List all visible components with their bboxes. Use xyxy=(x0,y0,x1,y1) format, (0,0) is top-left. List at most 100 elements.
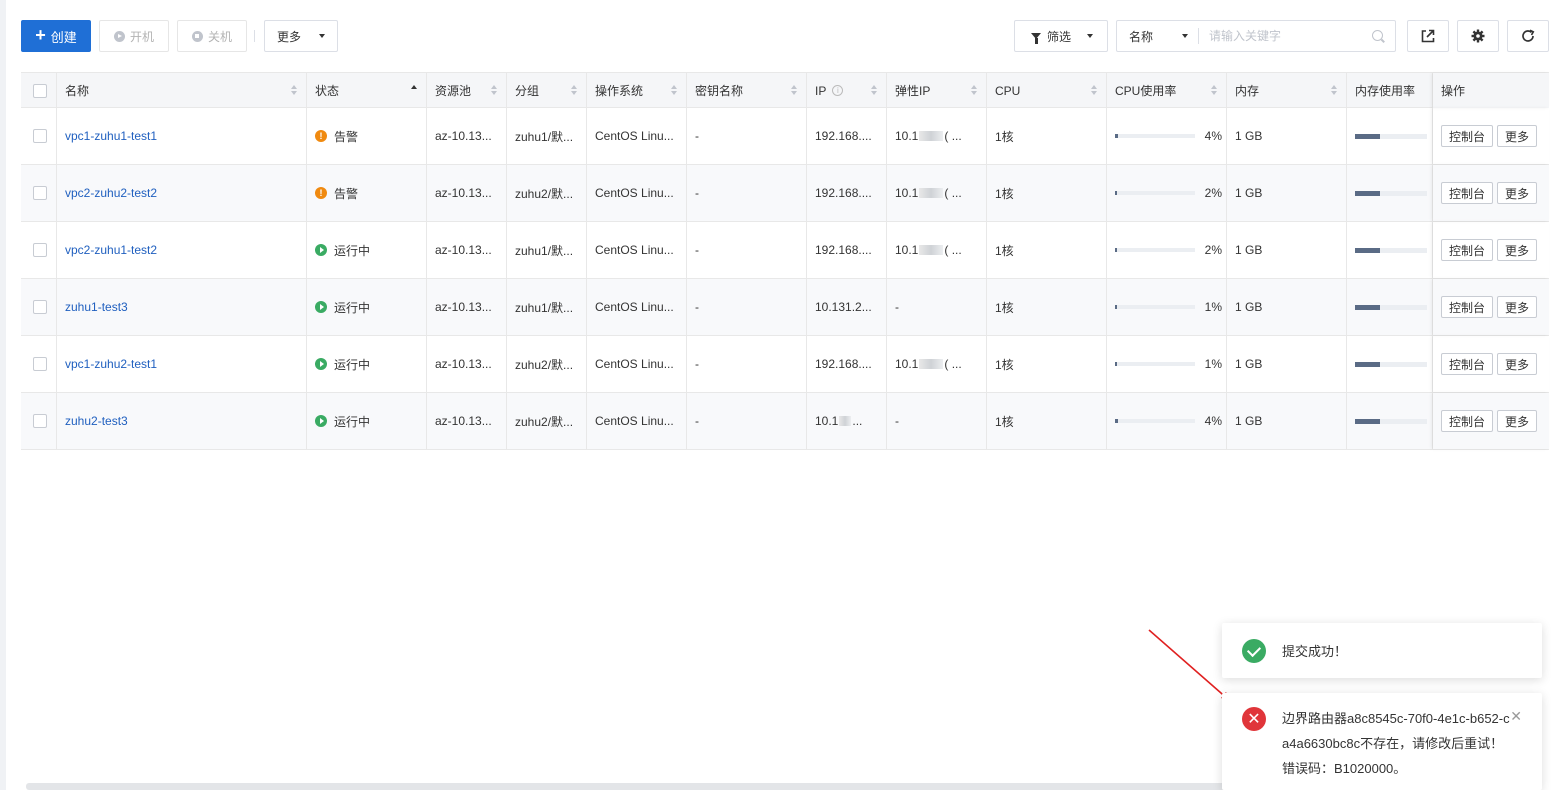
cell-name: vpc2-zuhu2-test2 xyxy=(57,165,307,221)
instance-name-link[interactable]: zuhu1-test3 xyxy=(65,300,128,314)
row-checkbox[interactable] xyxy=(33,243,47,257)
settings-button[interactable] xyxy=(1457,20,1499,52)
instance-name-link[interactable]: vpc2-zuhu1-test2 xyxy=(65,243,157,257)
cpu-usage-fill xyxy=(1115,419,1119,423)
instance-name-link[interactable]: vpc1-zuhu2-test1 xyxy=(65,357,157,371)
info-icon[interactable]: i xyxy=(832,85,844,96)
warning-icon: ! xyxy=(315,130,327,142)
eip-suffix-text: ( ... xyxy=(944,243,962,257)
console-button[interactable]: 控制台 xyxy=(1441,353,1494,375)
cpu-usage-fill xyxy=(1115,134,1119,138)
more-dropdown[interactable]: 更多 xyxy=(264,20,338,52)
row-more-button[interactable]: 更多 xyxy=(1497,410,1538,432)
column-header-eip[interactable]: 弹性IP xyxy=(887,73,987,108)
left-panel-edge xyxy=(0,0,6,790)
row-checkbox[interactable] xyxy=(33,414,47,428)
sort-icon[interactable] xyxy=(871,85,878,96)
table-row[interactable]: vpc1-zuhu2-test1 运行中 az-10.13... zuhu2/默...… xyxy=(21,336,1549,393)
cpu-usage-value: 1% xyxy=(1204,300,1222,314)
filter-button[interactable]: 筛选 xyxy=(1014,20,1108,52)
sort-icon[interactable] xyxy=(1331,85,1338,96)
column-header-cpu-usage[interactable]: CPU使用率 xyxy=(1107,73,1227,108)
column-header-cpu[interactable]: CPU xyxy=(987,73,1107,108)
table-row[interactable]: vpc2-zuhu1-test2 运行中 az-10.13... zuhu1/默...… xyxy=(21,222,1549,279)
console-button[interactable]: 控制台 xyxy=(1441,182,1494,204)
sort-icon[interactable] xyxy=(1211,85,1218,96)
sort-icon[interactable] xyxy=(291,85,298,96)
sort-icon[interactable] xyxy=(571,85,578,96)
group-text: zuhu2/默... xyxy=(515,186,574,201)
refresh-button[interactable] xyxy=(1507,20,1549,52)
search-icon[interactable] xyxy=(1372,29,1385,43)
select-all-checkbox[interactable] xyxy=(33,83,47,98)
eip-suffix-text: ( ... xyxy=(944,129,962,143)
sort-icon[interactable] xyxy=(971,85,978,96)
search-field-select[interactable]: 名称 xyxy=(1117,28,1199,44)
table-row[interactable]: zuhu2-test3 运行中 az-10.13... zuhu2/默... CentO… xyxy=(21,393,1549,450)
create-button[interactable]: + 创建 xyxy=(21,20,91,52)
table-row[interactable]: zuhu1-test3 运行中 az-10.13... zuhu1/默... CentO… xyxy=(21,279,1549,336)
page: + 创建 开机 关机 更多 筛选 名称 请输入关键字 名称 状态 资源池 分组 … xyxy=(0,0,1568,790)
row-more-button[interactable]: 更多 xyxy=(1497,353,1538,375)
eip-text: 10.1 xyxy=(895,186,919,200)
table-row[interactable]: vpc1-zuhu1-test1! 告警 az-10.13... zuhu1/默...… xyxy=(21,108,1549,165)
sort-icon[interactable] xyxy=(791,85,798,96)
row-more-button[interactable]: 更多 xyxy=(1497,239,1538,261)
status-badge: ! 告警 xyxy=(315,128,358,145)
cell-cpu-usage: 2% xyxy=(1107,222,1227,278)
group-text: zuhu1/默... xyxy=(515,300,574,315)
instance-name-link[interactable]: vpc2-zuhu2-test2 xyxy=(65,186,157,200)
search-input[interactable] xyxy=(1199,22,1372,50)
row-more-button[interactable]: 更多 xyxy=(1497,125,1538,147)
row-more-button[interactable]: 更多 xyxy=(1497,296,1538,318)
sort-icon[interactable] xyxy=(671,85,678,96)
row-checkbox[interactable] xyxy=(33,357,47,371)
console-button[interactable]: 控制台 xyxy=(1441,239,1494,261)
group-text: zuhu2/默... xyxy=(515,414,574,429)
os-text: CentOS Linu... xyxy=(595,357,674,371)
column-header-pool[interactable]: 资源池 xyxy=(427,73,507,108)
table-row[interactable]: vpc2-zuhu2-test2! 告警 az-10.13... zuhu2/默...… xyxy=(21,165,1549,222)
instance-name-link[interactable]: zuhu2-test3 xyxy=(65,414,128,428)
column-header-memory[interactable]: 内存 xyxy=(1227,73,1347,108)
row-checkbox[interactable] xyxy=(33,129,47,143)
redacted-block xyxy=(919,359,944,369)
console-button[interactable]: 控制台 xyxy=(1441,125,1494,147)
ip-text: 10.131.2... xyxy=(815,300,872,314)
memory-text: 1 GB xyxy=(1235,129,1263,143)
start-button[interactable]: 开机 xyxy=(99,20,169,52)
console-button[interactable]: 控制台 xyxy=(1441,410,1494,432)
memory-text: 1 GB xyxy=(1235,300,1263,314)
cell-pool: az-10.13... xyxy=(427,279,507,335)
running-icon xyxy=(315,358,327,370)
sort-icon[interactable] xyxy=(1091,85,1098,96)
horizontal-scrollbar[interactable] xyxy=(26,783,1226,790)
row-checkbox[interactable] xyxy=(33,186,47,200)
success-toast-message: 提交成功！ xyxy=(1282,644,1348,659)
instance-name-link[interactable]: vpc1-zuhu1-test1 xyxy=(65,129,157,143)
pool-text: az-10.13... xyxy=(435,243,492,257)
sort-ascending-icon[interactable] xyxy=(411,85,418,96)
column-header-status[interactable]: 状态 xyxy=(307,73,427,108)
column-header-os[interactable]: 操作系统 xyxy=(587,73,687,108)
shutdown-button[interactable]: 关机 xyxy=(177,20,247,52)
column-header-group[interactable]: 分组 xyxy=(507,73,587,108)
sort-icon[interactable] xyxy=(491,85,498,96)
export-button[interactable] xyxy=(1407,20,1449,52)
error-toast: ✕ 边界路由器a8c8545c-70f0-4e1c-b652-ca4a6630b… xyxy=(1222,693,1542,790)
status-text: 运行中 xyxy=(334,243,371,258)
console-button[interactable]: 控制台 xyxy=(1441,296,1494,318)
column-header-ip[interactable]: IP i xyxy=(807,73,887,108)
cell-os: CentOS Linu... xyxy=(587,165,687,221)
os-text: CentOS Linu... xyxy=(595,243,674,257)
close-icon[interactable]: ✕ xyxy=(1510,709,1522,723)
cell-status: 运行中 xyxy=(307,336,427,392)
cpu-usage-value: 2% xyxy=(1204,186,1222,200)
pool-text: az-10.13... xyxy=(435,186,492,200)
column-header-key[interactable]: 密钥名称 xyxy=(687,73,807,108)
column-header-memory-usage[interactable]: 内存使用率 xyxy=(1347,73,1433,108)
cell-status: 运行中 xyxy=(307,279,427,335)
row-checkbox[interactable] xyxy=(33,300,47,314)
row-more-button[interactable]: 更多 xyxy=(1497,182,1538,204)
column-header-name[interactable]: 名称 xyxy=(57,73,307,108)
